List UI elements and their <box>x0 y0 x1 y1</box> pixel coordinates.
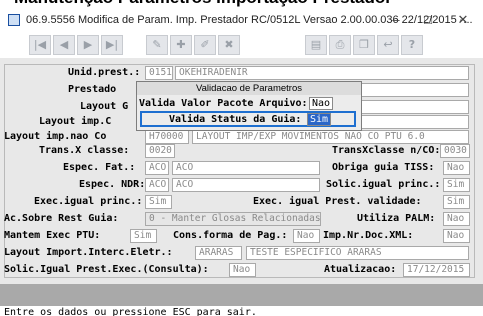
print-preview-icon[interactable]: ▤ <box>305 35 327 55</box>
solic-igual-exec-field[interactable]: Nao <box>229 263 256 277</box>
toolbar: |◀ ◀ ▶ ▶| ✎ ✚ ✐ ✖ ▤ ⎙ ❐ ↩ ? <box>0 32 483 58</box>
exec-igual-prest-label: Exec. igual Prest. validade: <box>253 196 422 207</box>
exit-icon[interactable]: ↩ <box>377 35 399 55</box>
status-bar: Entre os dados ou pressione ESC para sai… <box>0 306 483 316</box>
dialog-title: Validacao de Parametros <box>137 82 361 95</box>
status-area <box>0 284 483 306</box>
first-icon[interactable]: |◀ <box>29 35 51 55</box>
obriga-tiss-label: Obriga guia TISS: <box>332 162 435 173</box>
solic-igual-exec-label: Solic.Igual Prest.Exec.(Consulta): <box>4 264 209 275</box>
delete-icon[interactable]: ✖ <box>218 35 240 55</box>
print-icon[interactable]: ⎙ <box>329 35 351 55</box>
solic-igual-field[interactable]: Sim <box>443 178 470 192</box>
mantem-exec-label: Mantem Exec PTU: <box>4 230 101 241</box>
espec-fat-label: Espec. Fat.: <box>63 162 136 173</box>
edit-icon[interactable]: ✐ <box>194 35 216 55</box>
ac-sobre-select[interactable]: 0 - Manter Glosas Relacionadas <box>145 212 321 226</box>
maximize-button[interactable]: □ <box>416 12 440 27</box>
atualizacao-field[interactable]: 17/12/2015 <box>403 263 470 277</box>
espec-ndr-name[interactable]: ACO <box>172 178 320 192</box>
transxclasse-label: TransXclasse n/CO: <box>332 145 441 156</box>
page-banner: Manutenção Parametros Importação Prestad… <box>0 0 483 10</box>
copy-icon[interactable]: ❐ <box>353 35 375 55</box>
utiliza-palm-label: Utiliza PALM: <box>357 213 436 224</box>
layout-imp-nao-name[interactable]: LAYOUT IMP/EXP MOVIMENTOS NAO CO PTU 6.0 <box>192 130 469 144</box>
espec-ndr-label: Espec. NDR: <box>79 179 146 190</box>
espec-fat-code[interactable]: ACO <box>145 161 169 175</box>
trans-x-field[interactable]: 0020 <box>145 144 175 158</box>
unid-prest-label: Unid.prest.: <box>68 67 141 78</box>
exec-igual-field[interactable]: Sim <box>145 195 172 209</box>
prev-icon[interactable]: ◀ <box>53 35 75 55</box>
layout-import-code[interactable]: ARARAS <box>195 246 242 260</box>
window-titlebar: 06.9.5556 Modifica de Param. Imp. Presta… <box>0 10 483 33</box>
tools-icon[interactable]: ✎ <box>146 35 168 55</box>
espec-fat-name[interactable]: ACO <box>172 161 320 175</box>
obriga-tiss-field[interactable]: Nao <box>443 161 470 175</box>
solic-igual-label: Solic.igual princ.: <box>326 179 441 190</box>
banner-title: Manutenção Parametros Importação Prestad… <box>14 0 392 8</box>
form-area: Unid.prest.: 0151 OKEHIRADENIR Prestado … <box>0 58 483 284</box>
valida-pacote-label: Valida Valor Pacote Arquivo: <box>139 98 308 109</box>
layout-imp-c-label: Layout imp.C <box>39 116 112 127</box>
atualizacao-label: Atualizacao: <box>324 264 397 275</box>
trans-x-label: Trans.X classe: <box>39 145 130 156</box>
valida-status-label: Valida Status da Guia: <box>169 114 302 125</box>
cons-forma-field[interactable]: Nao <box>293 229 320 243</box>
transxclasse-field[interactable]: 0030 <box>440 144 470 158</box>
mantem-exec-field[interactable]: Sim <box>130 229 157 243</box>
layout-imp-nao-label: Layout imp.nao Co <box>4 131 107 142</box>
close-button[interactable]: ✕ <box>451 12 475 28</box>
unid-prest-code[interactable]: 0151 <box>145 66 173 80</box>
help-icon[interactable]: ? <box>401 35 423 55</box>
status-text: Entre os dados ou pressione ESC para sai… <box>4 307 257 316</box>
unid-prest-name[interactable]: OKEHIRADENIR <box>175 66 469 80</box>
exec-igual-label: Exec.igual princ.: <box>34 196 143 207</box>
espec-ndr-code[interactable]: ACO <box>145 178 169 192</box>
utiliza-palm-field[interactable]: Nao <box>443 212 470 226</box>
minimize-button[interactable]: – <box>384 12 408 27</box>
add-icon[interactable]: ✚ <box>170 35 192 55</box>
imp-nr-doc-label: Imp.Nr.Doc.XML: <box>323 230 414 241</box>
valida-pacote-field[interactable]: Nao <box>309 97 333 110</box>
validation-dialog: Validacao de Parametros Valida Valor Pac… <box>136 81 362 131</box>
next-icon[interactable]: ▶ <box>77 35 99 55</box>
imp-nr-doc-field[interactable]: Nao <box>443 229 470 243</box>
ac-sobre-label: Ac.Sobre Rest Guia: <box>4 213 119 224</box>
last-icon[interactable]: ▶| <box>101 35 123 55</box>
prestado-label: Prestado <box>68 84 117 95</box>
layout-import-label: Layout Import.Interc.Eletr.: <box>4 247 173 258</box>
layout-import-name[interactable]: TESTE ESPECIFICO ARARAS <box>246 246 469 260</box>
valida-status-field[interactable]: Sim <box>307 113 331 126</box>
exec-igual-prest-field[interactable]: Sim <box>443 195 470 209</box>
layout-g-label: Layout G <box>80 101 129 112</box>
cons-forma-label: Cons.forma de Pag.: <box>173 230 288 241</box>
layout-imp-nao-code[interactable]: H70000 <box>145 130 189 144</box>
app-icon <box>8 14 20 26</box>
